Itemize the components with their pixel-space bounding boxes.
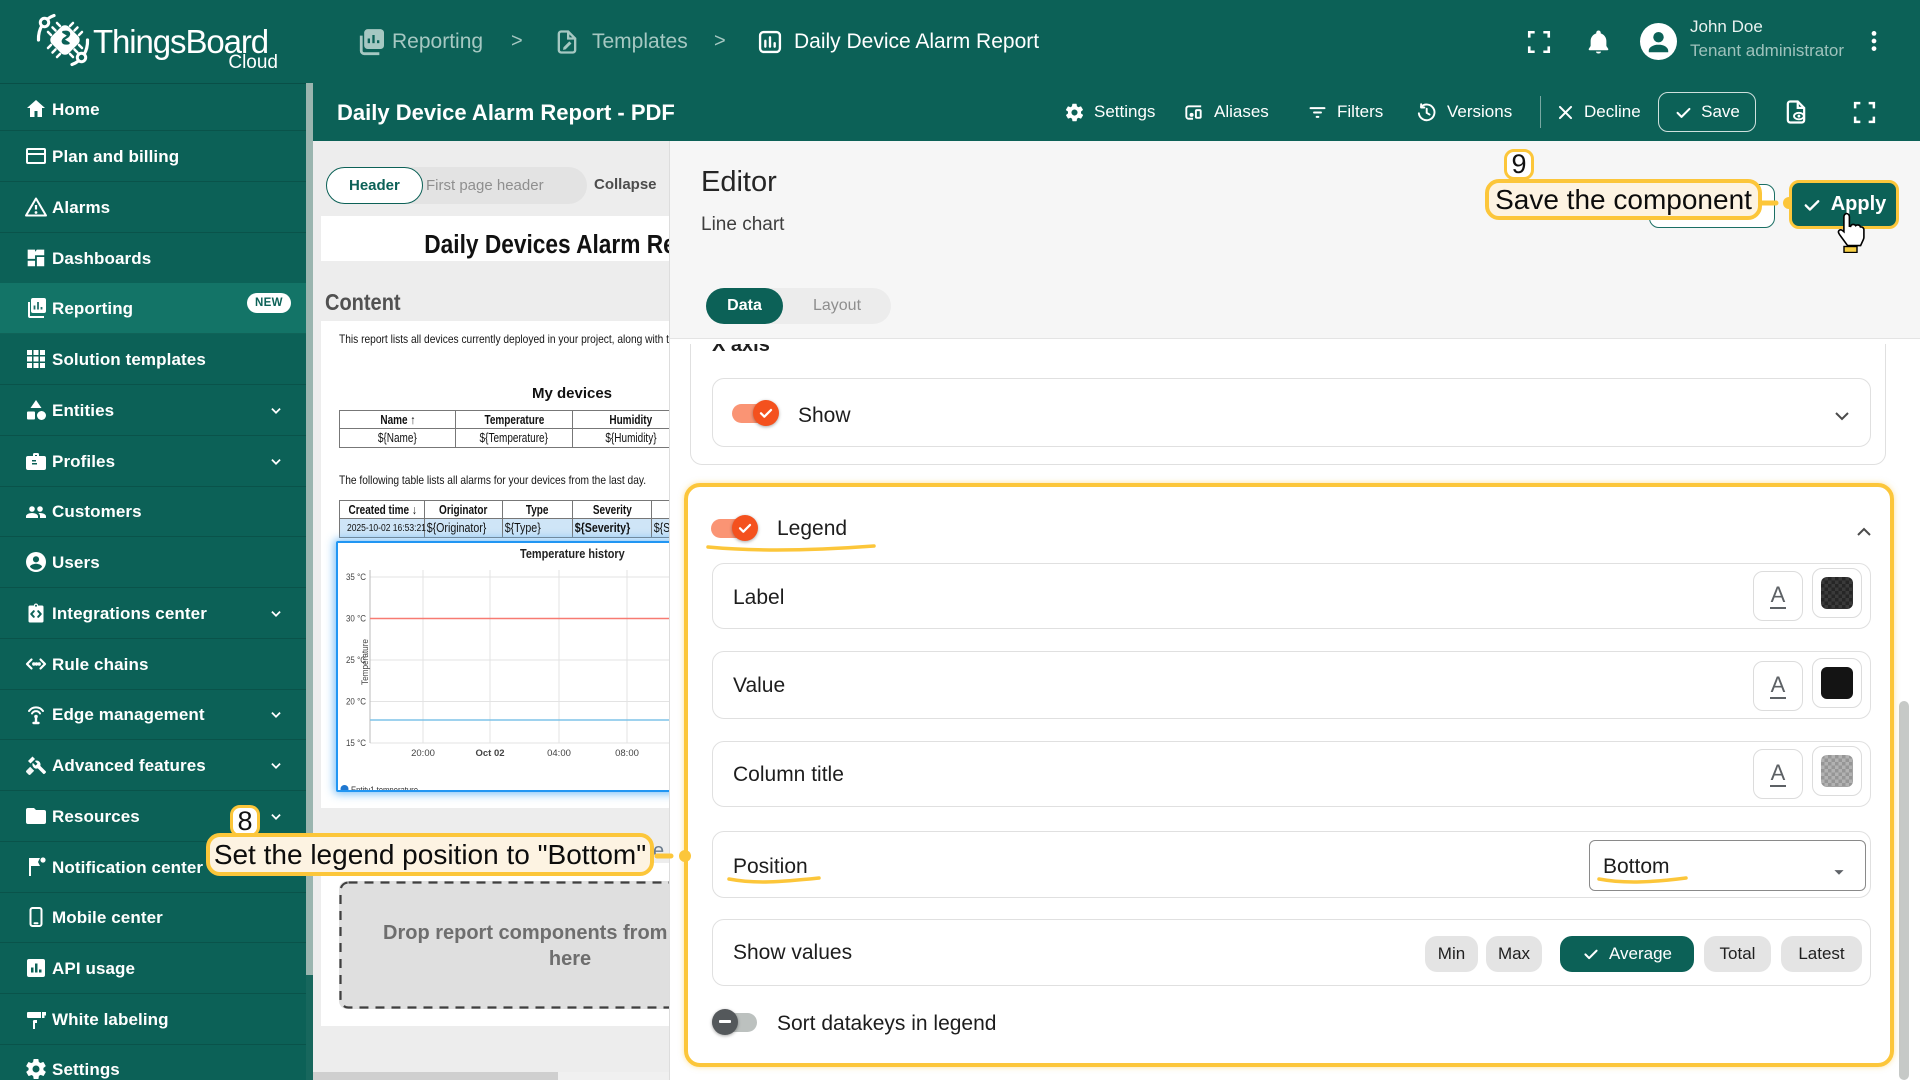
svg-text:20 °C: 20 °C — [346, 697, 366, 708]
svg-text:Entity1 temperature: Entity1 temperature — [351, 785, 418, 790]
svg-text:Temperature: Temperature — [360, 639, 371, 685]
svg-text:04:00: 04:00 — [547, 748, 571, 759]
svg-text:30 °C: 30 °C — [346, 614, 366, 625]
svg-text:20:00: 20:00 — [411, 748, 435, 759]
svg-text:08:00: 08:00 — [615, 748, 639, 759]
svg-text:15 °C: 15 °C — [346, 738, 366, 749]
svg-text:35 °C: 35 °C — [346, 572, 366, 583]
svg-text:Oct 02: Oct 02 — [475, 748, 504, 759]
